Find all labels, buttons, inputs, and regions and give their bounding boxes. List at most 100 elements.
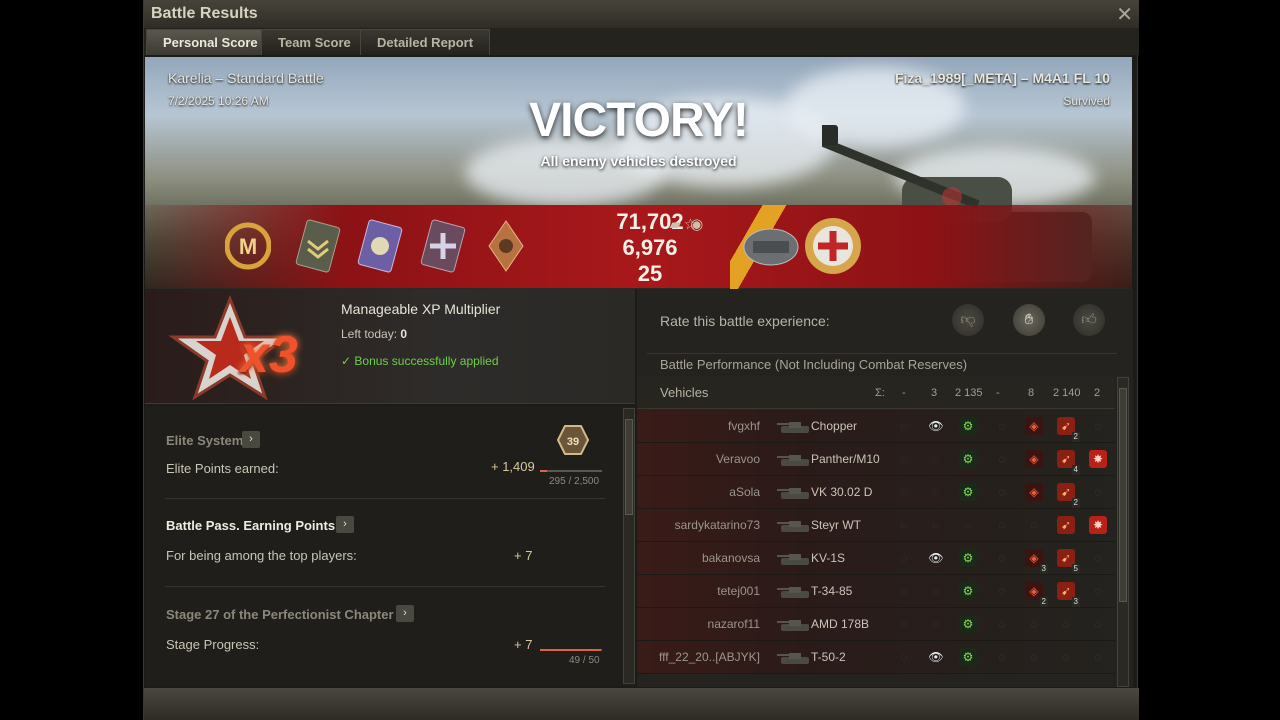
elite-level-badge-icon: 39: [556, 425, 590, 455]
result-reason: All enemy vehicles destroyed: [540, 153, 737, 169]
total-col-2: 3: [931, 387, 938, 399]
total-col-5: 8: [1028, 387, 1035, 399]
tab-detailed-report[interactable]: Detailed Report: [360, 29, 491, 55]
assist-icon: ⚙: [959, 648, 977, 666]
battle-results-window: Battle Results ✕ Personal Score Team Sco…: [143, 0, 1139, 720]
inactive-stat-icon: ◌: [1062, 650, 1070, 664]
player-name: tetej001: [717, 584, 760, 598]
thumbs-down-icon[interactable]: 👎︎: [952, 304, 984, 336]
inactive-stat-icon: ◌: [998, 551, 1006, 565]
vehicle-icon: [777, 587, 809, 598]
table-row[interactable]: nazarof11 AMD 178B ◌ ◌ ⚙ ◌ ◌ ◌ ◌: [637, 608, 1115, 641]
vehicle-name: T-34-85: [811, 584, 853, 598]
stat-count: 3: [1071, 597, 1080, 607]
stage-progress-label: Stage Progress:: [166, 637, 260, 652]
player-name: Veravoo: [715, 452, 760, 466]
rank-chevron-medal-icon[interactable]: [295, 217, 341, 275]
table-row[interactable]: sardykatarino73 Steyr WT ◌ ◌ ◌ ◌ ◌ ➹ ✸: [637, 509, 1115, 542]
assist-icon: ⚙: [959, 483, 977, 501]
vehicle-name: KV-1S: [811, 551, 846, 565]
table-header: Vehicles Σ: - 3 2 135 - 8 2 140 2: [637, 377, 1115, 409]
brass-knuckles-medal-icon[interactable]: [483, 217, 529, 275]
inactive-stat-icon: ◌: [1030, 650, 1038, 664]
inactive-stat-icon: ◌: [900, 584, 908, 598]
left-today: Left today: 0: [341, 327, 408, 341]
table-row[interactable]: Veravoo Panther/M10 ◌ ◌ ⚙ ◌ ◈ ➹ 4 ✸: [637, 443, 1115, 476]
vehicle-name: VK 30.02 D: [811, 485, 873, 499]
stage-progress-text: 49 / 50: [569, 655, 600, 666]
tank-achievement-icon[interactable]: [741, 217, 801, 275]
battle-pass-arrow-button[interactable]: ›: [336, 516, 354, 533]
vehicle-name: Chopper: [811, 419, 858, 433]
ribbon-medal-icon[interactable]: [357, 217, 403, 275]
inactive-stat-icon: ◌: [998, 419, 1006, 433]
inactive-stat-icon: ◌: [998, 518, 1006, 532]
total-col-6: 2 140: [1053, 387, 1081, 399]
kill-icon: ✸: [1089, 450, 1107, 468]
vehicle-icon: [777, 455, 809, 466]
player-name: fvgxhf: [727, 419, 760, 433]
inactive-stat-icon: ◌: [964, 518, 972, 532]
tab-personal-score[interactable]: Personal Score: [146, 29, 275, 55]
inactive-stat-icon: ◌: [1094, 617, 1102, 631]
total-col-7: 2: [1094, 387, 1101, 399]
perfectionist-title: Stage 27 of the Perfectionist Chapter: [166, 607, 394, 622]
vehicles-header: Vehicles: [660, 385, 709, 400]
left-scrollbar[interactable]: [623, 408, 635, 684]
battle-pass-value: + 7: [514, 548, 533, 563]
elite-points-value: + 1,409: [491, 459, 535, 474]
assist-icon: ⚙: [959, 417, 977, 435]
table-row[interactable]: fff_22_20..[ABJYK] T-50-2 ◌ 👁︎ ⚙ ◌ ◌ ◌ ◌: [637, 641, 1115, 674]
inactive-stat-icon: ◌: [932, 617, 940, 631]
inactive-stat-icon: ◌: [932, 518, 940, 532]
table-row[interactable]: bakanovsa KV-1S ◌ 👁︎ ⚙ ◌ ◈ 3 ➹ 5 ◌: [637, 542, 1115, 575]
close-icon[interactable]: ✕: [1116, 2, 1133, 27]
stat-count: 3: [1039, 564, 1048, 574]
stat-count: 2: [1071, 498, 1080, 508]
neutral-icon[interactable]: ✋︎: [1013, 304, 1045, 336]
thumbs-up-icon[interactable]: 👍︎: [1073, 304, 1105, 336]
inactive-stat-icon: ◌: [900, 650, 908, 664]
damage-icon: ◈ 3: [1025, 549, 1048, 574]
tab-team-score[interactable]: Team Score: [261, 29, 368, 55]
damage-icon: ◈: [1025, 450, 1043, 468]
player-name: aSola: [729, 485, 760, 499]
hit-icon: ➹ 5: [1057, 549, 1080, 574]
vehicle-name: AMD 178B: [811, 617, 870, 631]
inactive-stat-icon: ◌: [1094, 584, 1102, 598]
perfectionist-arrow-button[interactable]: ›: [396, 605, 414, 622]
bonds-reward: 25 ▰: [575, 216, 725, 287]
inactive-stat-icon: ◌: [1094, 485, 1102, 499]
performance-title: Battle Performance (Not Including Combat…: [660, 357, 968, 372]
check-icon: ✓: [341, 354, 352, 368]
player-vehicle: Fiza_1989[_META] – M4A1 FL 10: [894, 70, 1110, 86]
player-name: fff_22_20..[ABJYK]: [659, 650, 760, 664]
inactive-stat-icon: ◌: [932, 584, 940, 598]
stage-progress-value: + 7: [514, 637, 533, 652]
stat-count: 2: [1071, 432, 1080, 442]
multiplier-badge: x3: [240, 326, 298, 384]
inactive-stat-icon: ◌: [932, 452, 940, 466]
table-row[interactable]: fvgxhf Chopper ◌ 👁︎ ⚙ ◌ ◈ ➹ 2 ◌: [637, 410, 1115, 443]
elite-system-arrow-button[interactable]: ›: [242, 431, 260, 448]
totals-label: Σ:: [875, 387, 885, 399]
mastery-badge-icon[interactable]: M: [225, 217, 271, 275]
rewards-summary: 71,702 ◉ 6,976 ☆ 25 ▰: [575, 209, 725, 287]
assist-icon: ⚙: [959, 549, 977, 567]
damage-icon: ◈ 2: [1025, 582, 1048, 607]
vehicle-name: Panther/M10: [811, 452, 880, 466]
stage-progress-bar: [540, 649, 602, 651]
cross-medal-icon[interactable]: [420, 217, 466, 275]
inactive-stat-icon: ◌: [900, 419, 908, 433]
table-row[interactable]: tetej001 T-34-85 ◌ ◌ ⚙ ◌ ◈ 2 ➹ 3 ◌: [637, 575, 1115, 608]
svg-text:39: 39: [567, 436, 579, 448]
battle-result: VICTORY!: [529, 94, 749, 147]
player-name: bakanovsa: [701, 551, 760, 565]
inactive-stat-icon: ◌: [1030, 518, 1038, 532]
right-scrollbar[interactable]: [1117, 377, 1129, 687]
xp-multiplier-panel: x3 Manageable XP Multiplier Left today: …: [145, 289, 635, 404]
table-row[interactable]: aSola VK 30.02 D ◌ ◌ ⚙ ◌ ◈ ➹ 2 ◌: [637, 476, 1115, 509]
vehicle-icon: [777, 653, 809, 664]
medal-of-honor-icon[interactable]: [802, 215, 864, 277]
hit-icon: ➹ 2: [1057, 417, 1080, 442]
